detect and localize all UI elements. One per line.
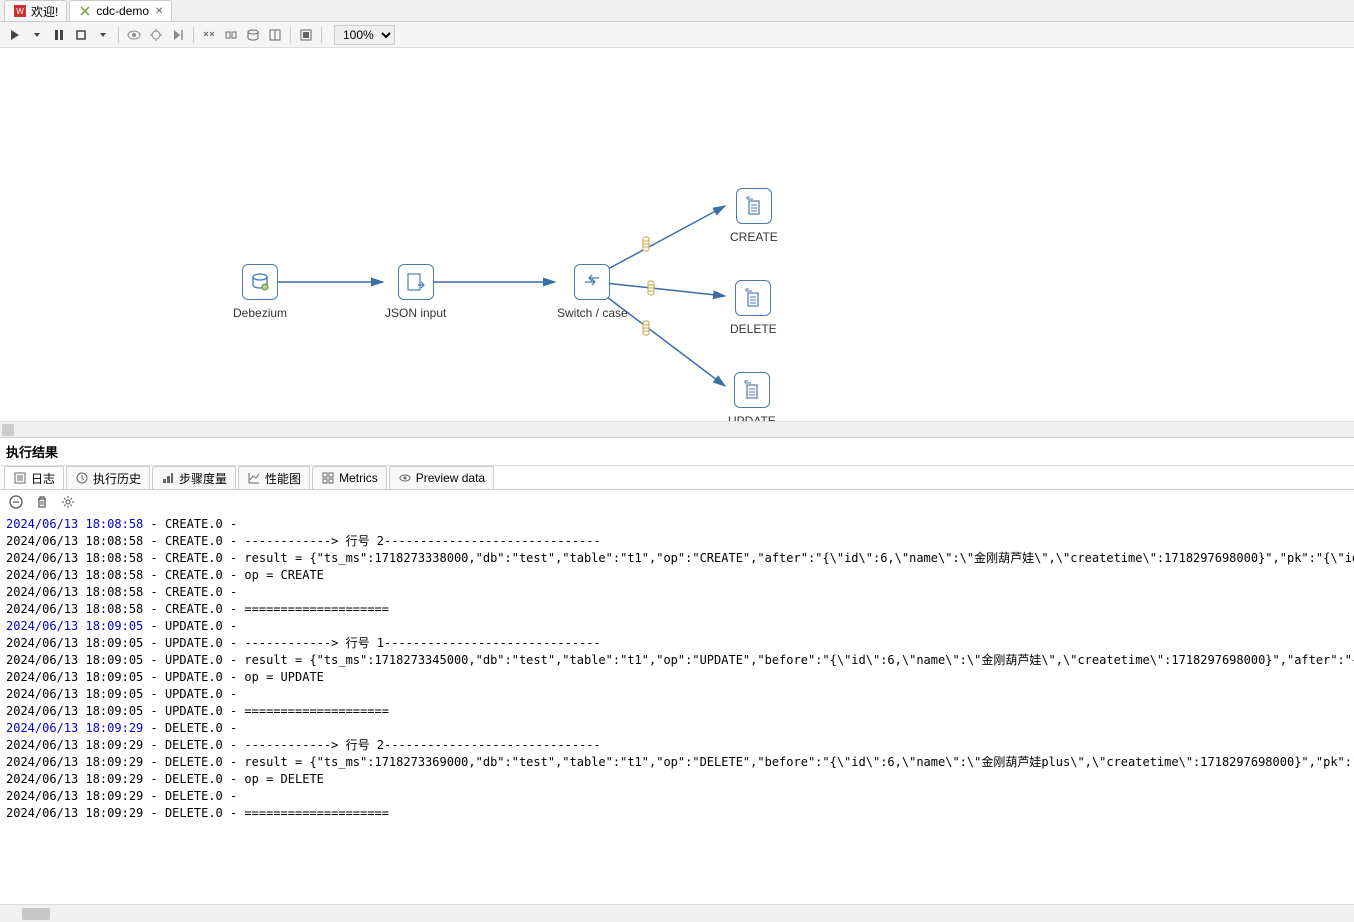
log-icon xyxy=(13,471,27,485)
rtab-label: Preview data xyxy=(416,471,485,485)
separator xyxy=(290,27,291,43)
log-line: 2024/06/13 18:09:05 - UPDATE.0 - result … xyxy=(6,652,1348,669)
explore-icon[interactable] xyxy=(266,26,284,44)
log-content[interactable]: 2024/06/13 18:08:58 - CREATE.0 - 2024/06… xyxy=(0,514,1354,914)
scrollbar-thumb[interactable] xyxy=(22,908,50,920)
log-line: 2024/06/13 18:09:05 - UPDATE.0 - -------… xyxy=(6,635,1348,652)
tab-cdc-demo[interactable]: cdc-demo ✕ xyxy=(69,0,172,21)
settings-icon[interactable] xyxy=(60,494,76,510)
file-tabs: W 欢迎! cdc-demo ✕ xyxy=(0,0,1354,22)
log-line: 2024/06/13 18:09:29 - DELETE.0 - =======… xyxy=(6,805,1348,822)
switch-icon xyxy=(574,264,610,300)
pause-button[interactable] xyxy=(50,26,68,44)
text-output-icon xyxy=(734,372,770,408)
verify-icon[interactable] xyxy=(200,26,218,44)
horizontal-scrollbar[interactable] xyxy=(0,421,1354,437)
tab-label: cdc-demo xyxy=(96,4,149,18)
eye-icon xyxy=(398,471,412,485)
database-icon xyxy=(242,264,278,300)
close-icon[interactable]: ✕ xyxy=(155,6,163,17)
results-header: 执行结果 xyxy=(0,438,1354,466)
welcome-icon: W xyxy=(13,4,27,18)
log-line: 2024/06/13 18:09:29 - DELETE.0 - xyxy=(6,720,1348,737)
tab-metrics[interactable]: Metrics xyxy=(312,466,387,489)
run-dropdown-icon[interactable] xyxy=(28,26,46,44)
replay-icon[interactable] xyxy=(169,26,187,44)
log-line: 2024/06/13 18:09:29 - DELETE.0 - op = DE… xyxy=(6,771,1348,788)
log-line: 2024/06/13 18:09:29 - DELETE.0 - result … xyxy=(6,754,1348,771)
node-label: Debezium xyxy=(233,306,287,320)
node-label: DELETE xyxy=(730,322,777,336)
rtab-label: 性能图 xyxy=(265,470,301,487)
zoom-select[interactable]: 100% xyxy=(334,25,395,45)
separator xyxy=(193,27,194,43)
json-input-icon xyxy=(398,264,434,300)
text-output-icon xyxy=(735,280,771,316)
log-line: 2024/06/13 18:08:58 - CREATE.0 - xyxy=(6,584,1348,601)
canvas-toolbar: 100% xyxy=(0,22,1354,48)
tab-preview-data[interactable]: Preview data xyxy=(389,466,494,489)
node-json-input[interactable]: JSON input xyxy=(385,264,446,320)
hop-icon xyxy=(640,236,652,252)
node-switch-case[interactable]: Switch / case xyxy=(557,264,628,320)
node-label: CREATE xyxy=(730,230,778,244)
metrics-icon xyxy=(321,471,335,485)
log-line: 2024/06/13 18:09:05 - UPDATE.0 - xyxy=(6,686,1348,703)
log-line: 2024/06/13 18:09:05 - UPDATE.0 - xyxy=(6,618,1348,635)
run-button[interactable] xyxy=(6,26,24,44)
tab-step-metrics[interactable]: 步骤度量 xyxy=(152,466,236,489)
node-label: Switch / case xyxy=(557,306,628,320)
tab-label: 欢迎! xyxy=(31,3,58,20)
node-update[interactable]: UPDATE xyxy=(728,372,776,428)
transformation-icon xyxy=(78,4,92,18)
node-label: JSON input xyxy=(385,306,446,320)
rtab-label: 步骤度量 xyxy=(179,470,227,487)
hop-icon xyxy=(640,320,652,336)
log-line: 2024/06/13 18:09:05 - UPDATE.0 - =======… xyxy=(6,703,1348,720)
log-line: 2024/06/13 18:08:58 - CREATE.0 - -------… xyxy=(6,533,1348,550)
results-tabs: 日志 执行历史 步骤度量 性能图 Metrics Preview data xyxy=(0,466,1354,490)
log-line: 2024/06/13 18:09:29 - DELETE.0 - -------… xyxy=(6,737,1348,754)
node-delete[interactable]: DELETE xyxy=(730,280,777,336)
tab-log[interactable]: 日志 xyxy=(4,466,64,489)
tab-history[interactable]: 执行历史 xyxy=(66,466,150,489)
separator xyxy=(321,27,322,43)
rtab-label: Metrics xyxy=(339,471,378,485)
log-line: 2024/06/13 18:08:58 - CREATE.0 - op = CR… xyxy=(6,567,1348,584)
canvas[interactable]: Debezium JSON input Switch / case CREATE… xyxy=(0,48,1354,438)
edges xyxy=(0,48,1354,437)
impact-icon[interactable] xyxy=(222,26,240,44)
log-line: 2024/06/13 18:08:58 - CREATE.0 - result … xyxy=(6,550,1348,567)
separator xyxy=(118,27,119,43)
rtab-label: 日志 xyxy=(31,470,55,487)
clock-icon xyxy=(75,471,89,485)
trash-icon[interactable] xyxy=(34,494,50,510)
log-line: 2024/06/13 18:09:05 - UPDATE.0 - op = UP… xyxy=(6,669,1348,686)
node-create[interactable]: CREATE xyxy=(730,188,778,244)
node-debezium[interactable]: Debezium xyxy=(233,264,287,320)
stop-dropdown-icon[interactable] xyxy=(94,26,112,44)
text-output-icon xyxy=(736,188,772,224)
tab-welcome[interactable]: W 欢迎! xyxy=(4,0,67,21)
scrollbar-thumb[interactable] xyxy=(2,424,14,436)
show-results-icon[interactable] xyxy=(297,26,315,44)
log-line: 2024/06/13 18:09:29 - DELETE.0 - xyxy=(6,788,1348,805)
clear-log-icon[interactable] xyxy=(8,494,24,510)
preview-icon[interactable] xyxy=(125,26,143,44)
log-toolbar xyxy=(0,490,1354,514)
sql-icon[interactable] xyxy=(244,26,262,44)
log-line: 2024/06/13 18:08:58 - CREATE.0 - xyxy=(6,516,1348,533)
debug-icon[interactable] xyxy=(147,26,165,44)
bottom-scrollbar[interactable] xyxy=(0,904,1354,922)
hop-icon xyxy=(645,280,657,296)
log-line: 2024/06/13 18:08:58 - CREATE.0 - =======… xyxy=(6,601,1348,618)
stop-button[interactable] xyxy=(72,26,90,44)
tab-performance[interactable]: 性能图 xyxy=(238,466,310,489)
svg-text:W: W xyxy=(16,7,24,16)
rtab-label: 执行历史 xyxy=(93,470,141,487)
steps-icon xyxy=(161,471,175,485)
chart-icon xyxy=(247,471,261,485)
